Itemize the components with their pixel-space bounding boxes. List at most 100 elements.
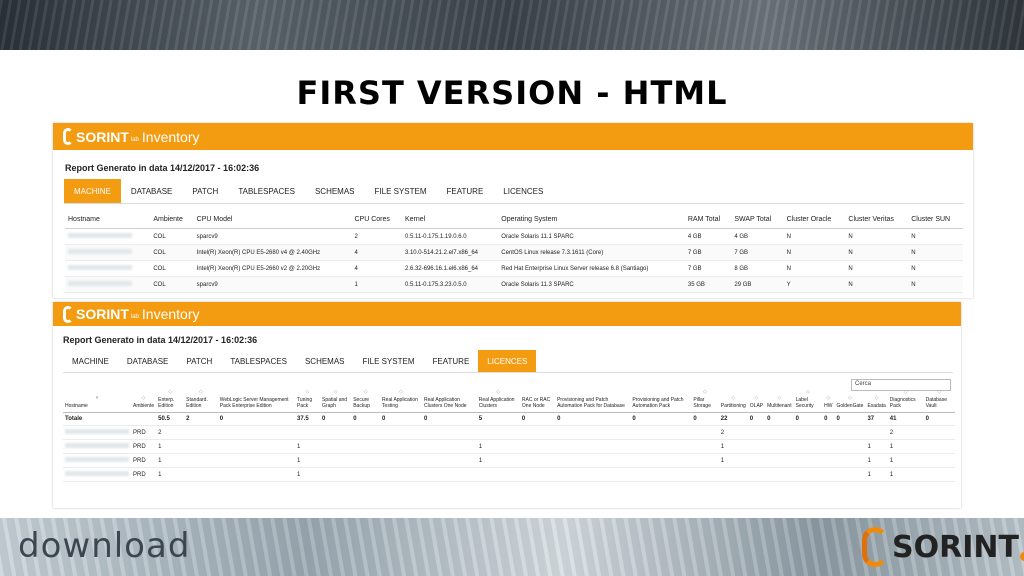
col-cpu-model[interactable]: CPU Model [193, 211, 352, 229]
table-row[interactable]: PRD 1 1 1 1 1 1 [63, 453, 955, 468]
app-logo[interactable]: SORINT lab Inventory [63, 128, 200, 145]
table-cell: PRD [131, 439, 157, 454]
col-multitenant[interactable]: ◇ Multitenant [765, 387, 794, 413]
tab-patch[interactable]: PATCH [177, 350, 221, 372]
table-cell: 2.6.32-696.16.1.el6.x86_64 [401, 260, 499, 277]
col-cpu-cores[interactable]: CPU Cores [351, 211, 402, 229]
tab-machine[interactable]: MACHINE [64, 179, 121, 203]
col-cluster-oracle[interactable]: Cluster Oracle [783, 211, 846, 229]
tab-patch[interactable]: PATCH [182, 179, 228, 203]
col-tuning-pack[interactable]: ◇ Tuning Pack [295, 387, 321, 413]
hostname-cell [65, 244, 151, 261]
table-cell: Y [783, 276, 846, 293]
table-cell: 8 GB [731, 260, 784, 277]
table-row[interactable]: COL sparcv9 1 0.5.11-0.175.3.23.0.5.0 Or… [65, 276, 963, 293]
table-cell: sparcv9 [193, 228, 352, 245]
table-row[interactable]: COL Intel(R) Xeon(R) CPU E5-2680 v4 @ 2.… [65, 244, 963, 261]
col-label-security[interactable]: ◇ Label Security [793, 387, 823, 413]
table-cell [476, 425, 520, 440]
table-cell [923, 439, 955, 454]
table-cell: N [845, 260, 909, 277]
table-row[interactable]: PRD 1 1 1 1 [63, 467, 955, 482]
col-cluster-sun[interactable]: Cluster SUN [908, 211, 963, 229]
table-cell [184, 467, 218, 482]
col-ram-total[interactable]: RAM Total [684, 211, 732, 229]
table-cell [747, 453, 766, 468]
sort-icon: ◇ [703, 389, 707, 395]
col-spatial-graph[interactable]: ◇ Spatial and Graph [320, 387, 352, 413]
col-rac-or-rac-one-node[interactable]: RAC or RAC One Node [519, 387, 556, 413]
tab-file-system[interactable]: FILE SYSTEM [365, 179, 437, 203]
table-row[interactable]: COL Intel(R) Xeon(R) CPU E5-2660 v2 @ 2.… [65, 260, 963, 277]
tab-schemas[interactable]: SCHEMAS [305, 179, 365, 203]
col-hw[interactable]: ◇ HW [822, 387, 835, 413]
col-rac-one-node[interactable]: Real Application Clusters One Node [422, 387, 477, 413]
col-label: Database Vault [925, 397, 947, 409]
tab-file-system[interactable]: FILE SYSTEM [354, 350, 424, 372]
col-rac[interactable]: ◇ Real Application Clusters [476, 387, 520, 413]
col-enterp-edition[interactable]: ◇ Enterp. Edition [156, 387, 185, 413]
search-input[interactable]: Cerca [851, 379, 951, 391]
tab-feature[interactable]: FEATURE [424, 350, 479, 372]
tab-database[interactable]: DATABASE [121, 179, 183, 203]
col-provisioning-db[interactable]: Provisioning and Patch Automation Pack f… [555, 387, 631, 413]
col-secure-backup[interactable]: ◇ Secure Backup [351, 387, 381, 413]
table-cell: 0.5.11-0.175.1.19.0.6.0 [401, 228, 499, 245]
app-logo[interactable]: SORINT lab Inventory [63, 305, 200, 323]
col-provisioning-pack[interactable]: Provisioning and Patch Automation Pack [630, 387, 692, 413]
col-pillar-storage[interactable]: ◇ Pillar Storage [691, 387, 719, 413]
table-row[interactable]: COL sparcv9 2 0.5.11-0.175.1.19.0.6.0 Or… [65, 228, 963, 245]
tab-tablespaces[interactable]: TABLESPACES [221, 350, 296, 372]
table-cell: N [908, 276, 963, 293]
tab-tablespaces[interactable]: TABLESPACES [228, 179, 305, 203]
table-cell [793, 453, 823, 468]
col-hostname[interactable]: ▾ Hostname [63, 387, 131, 413]
col-weblogic[interactable]: WebLogic Server Management Pack Enterpri… [217, 387, 296, 413]
col-ambiente[interactable]: ◇ Ambiente [131, 387, 157, 413]
sorint-logo-icon [63, 305, 73, 323]
table-cell: PRD [131, 453, 157, 468]
col-partitioning[interactable]: ◇ Partitioning [718, 387, 748, 413]
col-cluster-veritas[interactable]: Cluster Veritas [845, 211, 909, 229]
tab-licences[interactable]: LICENCES [493, 179, 553, 203]
table-cell: 2 [718, 425, 748, 440]
tab-database[interactable]: DATABASE [118, 350, 178, 372]
col-hostname[interactable]: Hostname [65, 211, 151, 229]
table-cell [295, 425, 321, 440]
col-operating-system[interactable]: Operating System [498, 211, 685, 229]
table-row[interactable]: PRD 1 1 1 1 1 1 [63, 439, 955, 454]
table-cell [351, 467, 381, 482]
table-cell [217, 425, 296, 440]
logo-product: Inventory [141, 306, 200, 322]
table-cell: 0 [834, 412, 866, 426]
col-olap[interactable]: ◇ OLAP [747, 387, 766, 413]
table-cell: 0 [691, 412, 719, 426]
table-cell [519, 439, 556, 454]
table-cell [184, 439, 218, 454]
table-cell: 0 [630, 412, 692, 426]
tab-schemas[interactable]: SCHEMAS [296, 350, 354, 372]
table-cell [691, 425, 719, 440]
machine-table: Hostname Ambiente CPU Model CPU Cores Ke… [65, 211, 963, 293]
hostname-cell [65, 276, 151, 293]
col-kernel[interactable]: Kernel [401, 211, 499, 229]
table-cell [320, 425, 352, 440]
table-cell: COL [150, 228, 194, 245]
col-label: Exadata [867, 403, 886, 409]
top-photo-band [0, 0, 1024, 50]
col-standard-edition[interactable]: ◇ Standard. Edition [184, 387, 218, 413]
col-label: Diagnostics Pack [889, 397, 916, 409]
total-row[interactable]: Totale 50.5 2 0 37.5 0 0 0 0 5 0 0 0 0 22 0 0 0 0 0 37 41 0 [63, 412, 955, 426]
table-cell [630, 425, 692, 440]
tab-machine[interactable]: MACHINE [63, 350, 118, 372]
tab-feature[interactable]: FEATURE [437, 179, 494, 203]
col-ambiente[interactable]: Ambiente [150, 211, 194, 229]
col-swap-total[interactable]: SWAP Total [731, 211, 784, 229]
sort-icon: ◇ [305, 389, 310, 395]
hostname-cell [63, 467, 131, 482]
tab-licences[interactable]: LICENCES [478, 350, 537, 372]
table-row[interactable]: PRD 2 2 2 [63, 425, 955, 440]
col-label: Tuning Pack [297, 397, 313, 409]
col-real-app-testing[interactable]: ◇ Real Application Testing [380, 387, 423, 413]
table-cell [380, 439, 423, 454]
